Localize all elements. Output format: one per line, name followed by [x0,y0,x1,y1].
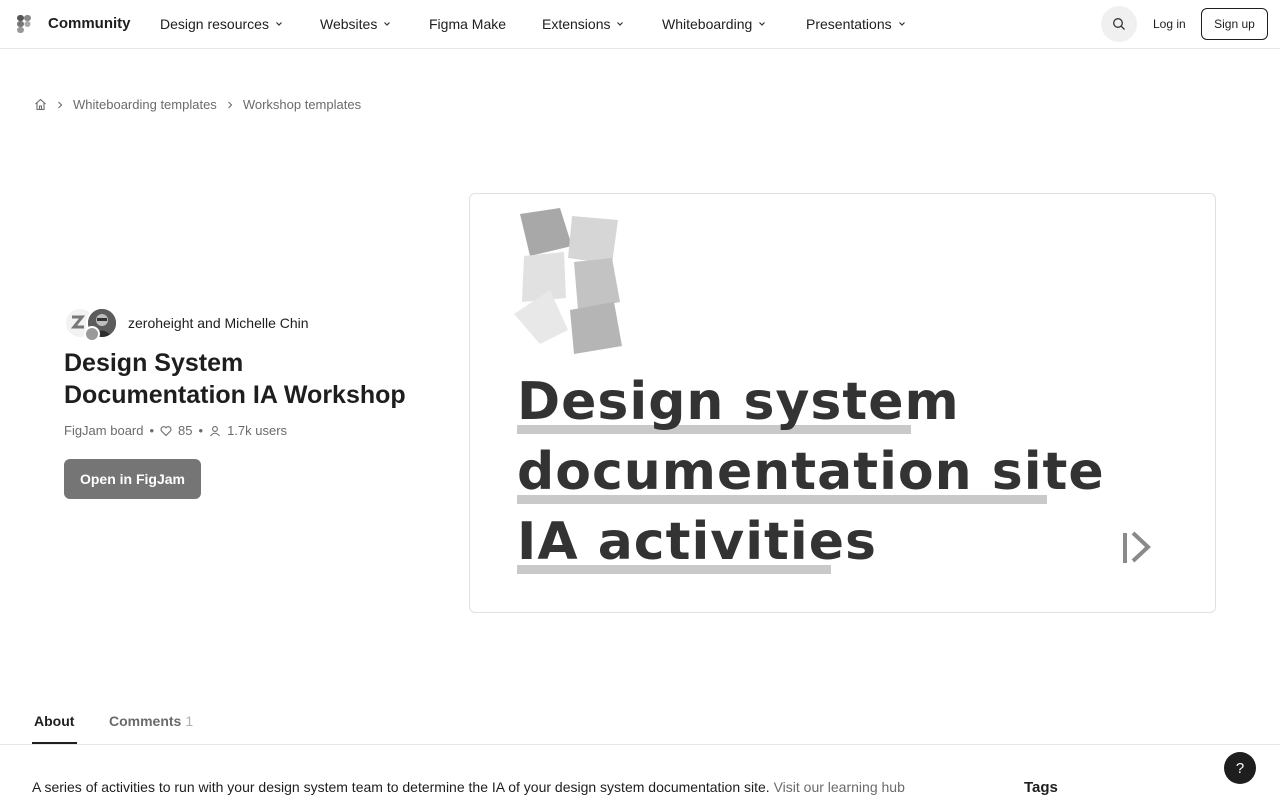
chevron-down-icon [898,22,905,26]
nav-label: Websites [320,16,378,32]
comments-count: 1 [185,713,194,729]
active-tab-indicator [32,742,77,744]
chevron-down-icon [617,22,624,26]
community-link[interactable]: Community [48,15,131,32]
breadcrumb: Whiteboarding templates Workshop templat… [34,97,361,112]
help-button[interactable]: ? [1224,752,1256,784]
heart-icon[interactable] [160,425,172,437]
nav-presentations[interactable]: Presentations [806,16,906,32]
meta-separator: • [198,423,204,438]
about-description: A series of activities to run with your … [32,779,905,795]
file-type: FigJam board [64,423,144,438]
figma-logo-icon[interactable] [17,15,31,33]
tab-comments[interactable]: Comments 1 [109,713,193,729]
chevron-down-icon [759,22,766,26]
figma-badge-icon [84,326,100,342]
content-tabs: About Comments 1 [0,700,1280,745]
nav-websites[interactable]: Websites [320,16,391,32]
nav-label: Figma Make [429,16,507,32]
description-text: A series of activities to run with your … [32,779,770,795]
template-preview[interactable]: Design system documentation site IA acti… [469,193,1216,613]
log-in-link[interactable]: Log in [1153,17,1186,31]
chevron-right-icon [227,101,233,108]
chevron-down-icon [276,22,282,26]
breadcrumb-workshop-templates[interactable]: Workshop templates [243,97,361,112]
users-count: 1.7k users [227,423,288,438]
open-in-figjam-button[interactable]: Open in FigJam [64,459,201,499]
home-icon[interactable] [34,98,47,111]
tab-comments-label: Comments [109,713,182,729]
tags-heading: Tags [1024,779,1058,796]
nav-label: Design resources [160,16,269,32]
author-names[interactable]: zeroheight and Michelle Chin [128,315,309,331]
nav-design-resources[interactable]: Design resources [160,16,283,32]
preview-line: IA activities [517,512,877,572]
meta-separator: • [149,423,155,438]
user-icon [210,425,221,436]
next-arrow-icon[interactable] [1122,529,1154,565]
preview-line: Design system [517,372,960,432]
tab-about[interactable]: About [34,713,74,729]
chevron-down-icon [384,22,391,26]
top-nav: Community Design resources Websites Figm… [0,0,1280,49]
learning-hub-link[interactable]: Visit our learning hub [774,779,905,795]
preview-line: documentation site [517,442,1105,502]
nav-label: Presentations [806,16,892,32]
file-meta: FigJam board • 85 • 1.7k users [64,423,287,438]
nav-label: Whiteboarding [662,16,753,32]
search-icon [1113,18,1125,30]
sign-up-button[interactable]: Sign up [1201,8,1268,40]
nav-whiteboarding[interactable]: Whiteboarding [662,16,766,32]
nav-figma-make[interactable]: Figma Make [429,16,506,32]
nav-label: Extensions [542,16,611,32]
sticky-notes-illustration [514,208,622,354]
page-title: Design System Documentation IA Workshop [64,349,406,409]
search-button[interactable] [1101,6,1137,42]
breadcrumb-whiteboarding-templates[interactable]: Whiteboarding templates [73,97,217,112]
nav-extensions[interactable]: Extensions [542,16,624,32]
chevron-right-icon [58,101,63,108]
likes-count: 85 [178,423,193,438]
